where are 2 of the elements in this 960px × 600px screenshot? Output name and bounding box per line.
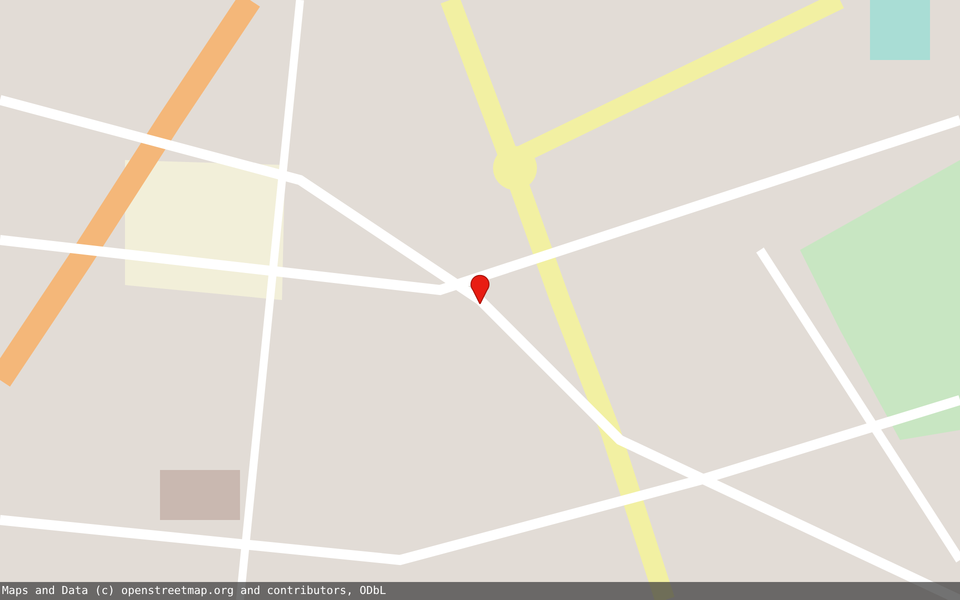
map-pin-icon[interactable]: [470, 274, 490, 304]
attribution-text: Maps and Data (c) openstreetmap.org and contributors, ODbL: [0, 582, 960, 600]
